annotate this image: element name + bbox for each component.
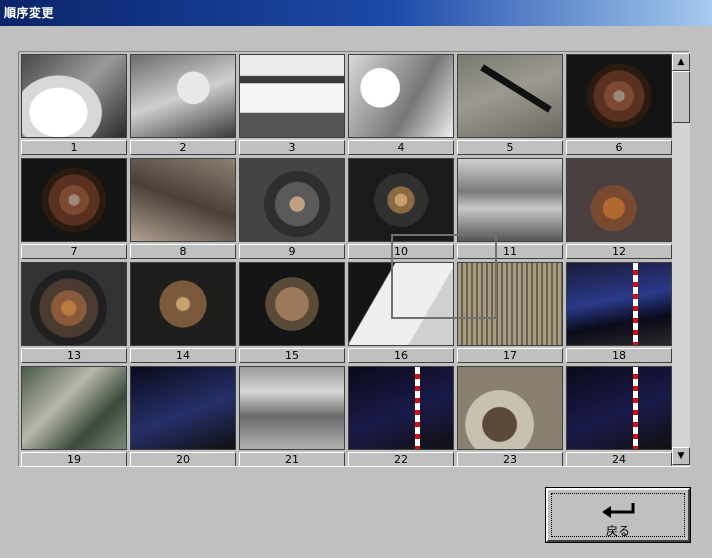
measuring-pole-photo[interactable] (566, 366, 672, 450)
engine-bay-photo[interactable] (21, 366, 127, 450)
thumbnail-item[interactable]: 3 (239, 54, 345, 156)
thumbnail-item[interactable]: 9 (239, 158, 345, 260)
thumbnail-caption: 23 (457, 452, 563, 466)
thumbnail-caption: 20 (130, 452, 236, 466)
suspension-photo[interactable] (130, 158, 236, 242)
thumbnail-item[interactable]: 10 (348, 158, 454, 260)
measuring-pole-photo[interactable] (348, 366, 454, 450)
up-arrow-icon: ▲ (677, 57, 685, 67)
airbag-photo[interactable] (348, 262, 454, 346)
thumbnail-item[interactable]: 19 (21, 366, 127, 466)
measuring-pole-shape (633, 367, 638, 449)
hub-photo[interactable] (348, 158, 454, 242)
thumbnail-caption: 21 (239, 452, 345, 466)
brake-drum-photo[interactable] (239, 158, 345, 242)
blue-car-photo[interactable] (566, 262, 672, 346)
thumbnail-item[interactable]: 1 (21, 54, 127, 156)
scroll-up-button[interactable]: ▲ (672, 53, 690, 71)
thumbnail-caption: 6 (566, 140, 672, 155)
thumbnail-caption: 17 (457, 348, 563, 363)
thumbnail-item[interactable]: 7 (21, 158, 127, 260)
thumbnail-caption: 8 (130, 244, 236, 259)
hub-photo[interactable] (239, 262, 345, 346)
thumbnail-item[interactable]: 21 (239, 366, 345, 466)
thumbnail-item[interactable]: 2 (130, 54, 236, 156)
back-button-label: 戻る (605, 524, 630, 538)
back-button[interactable]: 戻る (545, 487, 691, 543)
engine-photo[interactable] (130, 54, 236, 138)
brake-rotor-photo[interactable] (21, 262, 127, 346)
measuring-pole-shape (415, 367, 420, 449)
down-arrow-icon: ▼ (677, 451, 685, 461)
vertical-scrollbar[interactable]: ▲ ▼ (672, 53, 690, 465)
hub-photo[interactable] (130, 262, 236, 346)
return-arrow-icon (602, 503, 635, 518)
thumbnail-item[interactable]: 8 (130, 158, 236, 260)
blue-car-photo[interactable] (130, 366, 236, 450)
hub-photo[interactable] (566, 158, 672, 242)
thumbnail-item[interactable]: 18 (566, 262, 672, 364)
thumbnail-item[interactable]: 14 (130, 262, 236, 364)
thumbnail-item[interactable]: 17 (457, 262, 563, 364)
thumbnail-caption: 9 (239, 244, 345, 259)
thumbnail-caption: 18 (566, 348, 672, 363)
scroll-thumb[interactable] (672, 71, 690, 123)
frame-photo[interactable] (239, 366, 345, 450)
thumbnail-item[interactable]: 20 (130, 366, 236, 466)
body-panel-photo[interactable] (348, 54, 454, 138)
window-title: 順序変更 (4, 6, 55, 20)
title-bar[interactable]: 順序変更 (0, 0, 712, 26)
thumbnail-item[interactable]: 23 (457, 366, 563, 466)
thumbnail-caption: 2 (130, 140, 236, 155)
thumbnail-item[interactable]: 12 (566, 158, 672, 260)
thumbnail-caption: 3 (239, 140, 345, 155)
thumbnail-item[interactable]: 24 (566, 366, 672, 466)
radiator-photo[interactable] (457, 262, 563, 346)
thumbnail-caption: 7 (21, 244, 127, 259)
engine-bay-photo[interactable] (239, 54, 345, 138)
thumbnail-item[interactable]: 5 (457, 54, 563, 156)
thumbnail-item[interactable]: 16 (348, 262, 454, 364)
brake-rotor-photo[interactable] (21, 158, 127, 242)
thumbnail-caption: 15 (239, 348, 345, 363)
car-photo[interactable] (21, 54, 127, 138)
thumbnail-caption: 13 (21, 348, 127, 363)
thumbnail-caption: 22 (348, 452, 454, 466)
thumbnail-caption: 14 (130, 348, 236, 363)
thumbnail-caption: 24 (566, 452, 672, 466)
thumbnail-caption: 19 (21, 452, 127, 466)
thumbnail-caption: 10 (348, 244, 454, 259)
interior-photo[interactable] (457, 158, 563, 242)
measuring-pole-shape (633, 263, 638, 345)
ground-part-photo[interactable] (457, 54, 563, 138)
scroll-down-button[interactable]: ▼ (672, 447, 690, 465)
thumbnail-caption: 16 (348, 348, 454, 363)
thumbnail-caption: 11 (457, 244, 563, 259)
thumbnail-item[interactable]: 22 (348, 366, 454, 466)
thumbnail-item[interactable]: 13 (21, 262, 127, 364)
thumbnail-item[interactable]: 11 (457, 158, 563, 260)
thumbnail-caption: 4 (348, 140, 454, 155)
thumbnail-item[interactable]: 4 (348, 54, 454, 156)
thumbnail-caption: 1 (21, 140, 127, 155)
thumbnail-caption: 5 (457, 140, 563, 155)
brake-rotor-photo[interactable] (566, 54, 672, 138)
bar-shape (480, 64, 552, 113)
thumbnail-caption: 12 (566, 244, 672, 259)
thumbnail-item[interactable]: 15 (239, 262, 345, 364)
thumbnail-grid: 1 2 3 4 5 6 7 8 9 10 11 12 13 14 15 16 17 18 19 20 21 22 23 24 (18, 51, 690, 467)
thumbnail-item[interactable]: 6 (566, 54, 672, 156)
wheel-well-photo[interactable] (457, 366, 563, 450)
